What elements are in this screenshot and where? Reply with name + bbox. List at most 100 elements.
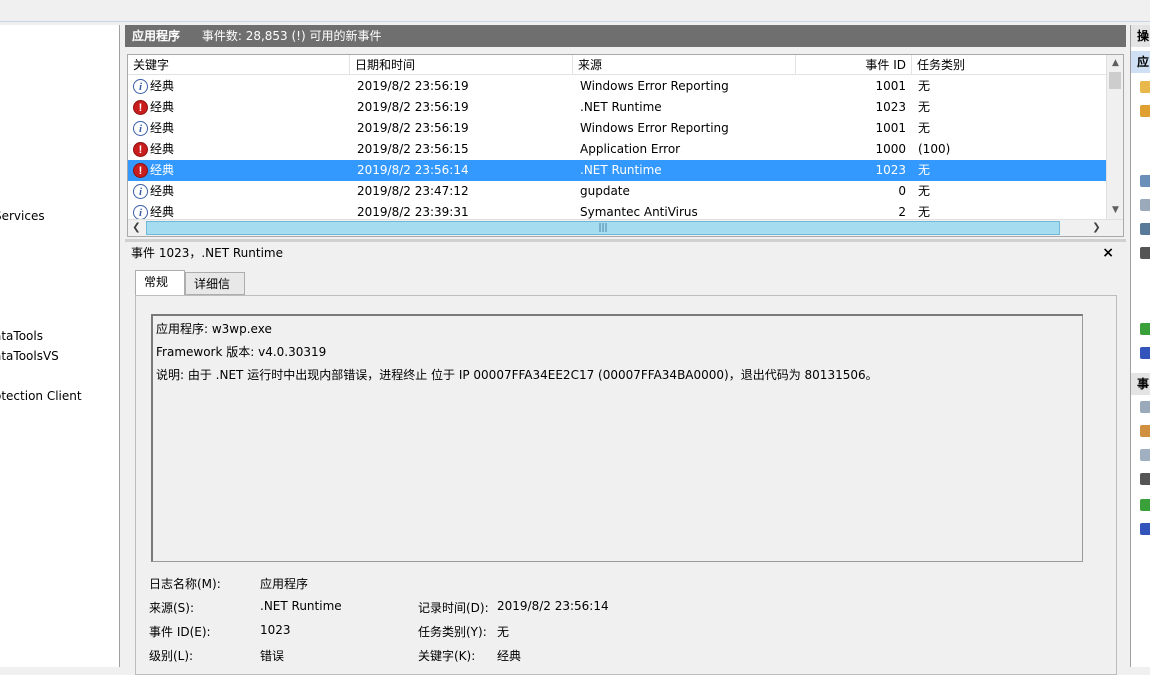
info-icon: i (133, 121, 148, 136)
scroll-left-icon[interactable]: ❮ (128, 220, 145, 236)
source-cell: Windows Error Reporting (580, 121, 729, 135)
task-cell: 无 (918, 184, 931, 198)
keyword-cell: 经典 (150, 184, 175, 198)
event-id-cell: 1001 (875, 79, 906, 93)
column-event-id[interactable]: 事件 ID (796, 55, 912, 75)
close-icon[interactable]: × (1102, 244, 1114, 262)
column-source[interactable]: 来源 (573, 55, 796, 75)
logged-label: 记录时间(D): (418, 601, 489, 615)
source-cell: .NET Runtime (580, 100, 662, 114)
keyword-cell: 经典 (150, 121, 175, 135)
keyword-cell: 经典 (150, 100, 175, 114)
general-tab-content: 应用程序: w3wp.exe Framework 版本: v4.0.30319 … (135, 295, 1117, 675)
filter-icon[interactable] (1140, 175, 1150, 187)
info-icon: i (133, 205, 148, 220)
event-count: 事件数: 28,853 (!) 可用的新事件 (201, 29, 382, 43)
description-line: 应用程序: w3wp.exe (156, 322, 272, 336)
task-cell: (100) (918, 142, 951, 156)
table-row[interactable]: ! 经典 2019/8/2 23:56:19 .NET Runtime 1023 无 (128, 97, 1106, 118)
keyword-cell: 经典 (150, 142, 175, 156)
column-task-category[interactable]: 任务类别 (912, 55, 1108, 75)
log-name: 应用程序 (132, 29, 181, 43)
event-viewer-main: 应用程序 事件数: 28,853 (!) 可用的新事件 关键字 日期和时间 来源… (125, 25, 1126, 675)
table-row[interactable]: i 经典 2019/8/2 23:56:19 Windows Error Report… (128, 118, 1106, 139)
task-cell: 无 (918, 163, 931, 177)
log-name-label: 日志名称(M): (149, 577, 221, 591)
description-line: Framework 版本: v4.0.30319 (156, 345, 327, 359)
task-cell: 无 (918, 79, 931, 93)
task-cell: 无 (918, 121, 931, 135)
logged-value: 2019/8/2 23:56:14 (497, 599, 609, 613)
source-cell: .NET Runtime (580, 163, 662, 177)
task-cell: 无 (918, 100, 931, 114)
event-list-header: 关键字 日期和时间 来源 事件 ID 任务类别 (128, 55, 1108, 75)
copy-icon[interactable] (1140, 449, 1150, 461)
error-icon: ! (133, 163, 148, 178)
scroll-down-icon[interactable]: ▼ (1107, 202, 1123, 219)
tree-item-datatoolsvs[interactable]: ataToolsVS (0, 349, 59, 363)
source-cell: Application Error (580, 142, 681, 156)
filter-icon[interactable] (1140, 105, 1150, 117)
properties-icon[interactable] (1140, 199, 1150, 211)
help-icon[interactable] (1140, 523, 1150, 535)
level-label: 级别(L): (149, 649, 194, 663)
scroll-right-icon[interactable]: ❯ (1088, 220, 1105, 236)
keyword-label: 关键字(K): (418, 649, 476, 663)
table-row[interactable]: ! 经典 2019/8/2 23:56:14 .NET Runtime 1023 无 (128, 160, 1106, 181)
column-date[interactable]: 日期和时间 (350, 55, 573, 75)
save-icon[interactable] (1140, 247, 1150, 259)
tree-item-datatools[interactable]: ataTools (0, 329, 43, 343)
column-keyword[interactable]: 关键字 (128, 55, 350, 75)
task-category-label: 任务类别(Y): (418, 625, 487, 639)
navigation-tree[interactable]: Services ataTools ataToolsVS otection Cl… (0, 25, 120, 667)
source-label: 来源(S): (149, 601, 195, 615)
refresh-icon[interactable] (1140, 499, 1150, 511)
table-row[interactable]: i 经典 2019/8/2 23:47:12 gupdate 0 无 (128, 181, 1106, 202)
horizontal-scroll-thumb[interactable]: ||| (146, 221, 1060, 235)
source-value: .NET Runtime (260, 599, 342, 613)
log-header: 应用程序 事件数: 28,853 (!) 可用的新事件 (125, 25, 1126, 47)
info-icon: i (133, 184, 148, 199)
keyword-cell: 经典 (150, 163, 175, 177)
tree-item-protection-client[interactable]: otection Client (0, 389, 82, 403)
detail-title: 事件 1023，.NET Runtime (131, 246, 283, 260)
event-id-cell: 1001 (875, 121, 906, 135)
event-id-cell: 0 (898, 184, 906, 198)
vertical-scroll-thumb[interactable] (1109, 72, 1121, 89)
tab-general[interactable]: 常规 (135, 270, 185, 295)
keyword-value: 经典 (497, 649, 522, 663)
source-cell: Windows Error Reporting (580, 79, 729, 93)
date-cell: 2019/8/2 23:56:19 (357, 79, 469, 93)
tree-item-services[interactable]: Services (0, 209, 45, 223)
top-bar (0, 0, 1150, 22)
event-id-label: 事件 ID(E): (149, 625, 211, 639)
tab-details[interactable]: 详细信息 (185, 272, 245, 313)
pane-splitter[interactable] (125, 239, 1126, 242)
help-icon[interactable] (1140, 347, 1150, 359)
event-id-value: 1023 (260, 623, 291, 637)
event-properties-icon[interactable] (1140, 401, 1150, 413)
source-cell: gupdate (580, 184, 630, 198)
horizontal-scrollbar[interactable]: ❮ ||| ❯ (128, 219, 1123, 236)
vertical-scrollbar[interactable]: ▲ ▼ (1106, 55, 1123, 219)
error-icon: ! (133, 142, 148, 157)
open-folder-icon[interactable] (1140, 81, 1150, 93)
actions-section-app[interactable]: 应 (1131, 51, 1150, 73)
table-row[interactable]: ! 经典 2019/8/2 23:56:15 Application Error 100… (128, 139, 1106, 160)
event-detail-pane: 事件 1023，.NET Runtime × 常规 详细信息 应用程序: w3w… (127, 244, 1124, 675)
event-list[interactable]: 关键字 日期和时间 来源 事件 ID 任务类别 i 经典 2019/8/2 23:5… (127, 54, 1124, 237)
event-id-cell: 1023 (875, 100, 906, 114)
table-row[interactable]: i 经典 2019/8/2 23:56:19 Windows Error Report… (128, 76, 1106, 97)
attach-task-icon[interactable] (1140, 425, 1150, 437)
description-line: 说明: 由于 .NET 运行时中出现内部错误，进程终止 位于 IP 00007F… (156, 368, 878, 382)
keyword-cell: 经典 (150, 79, 175, 93)
actions-pane: 操 应 事 (1130, 25, 1150, 667)
save-icon[interactable] (1140, 473, 1150, 485)
scroll-up-icon[interactable]: ▲ (1107, 55, 1123, 72)
find-icon[interactable] (1140, 223, 1150, 235)
event-description[interactable]: 应用程序: w3wp.exe Framework 版本: v4.0.30319 … (151, 314, 1083, 562)
refresh-icon[interactable] (1140, 323, 1150, 335)
date-cell: 2019/8/2 23:56:14 (357, 163, 469, 177)
date-cell: 2019/8/2 23:56:19 (357, 121, 469, 135)
date-cell: 2019/8/2 23:47:12 (357, 184, 469, 198)
